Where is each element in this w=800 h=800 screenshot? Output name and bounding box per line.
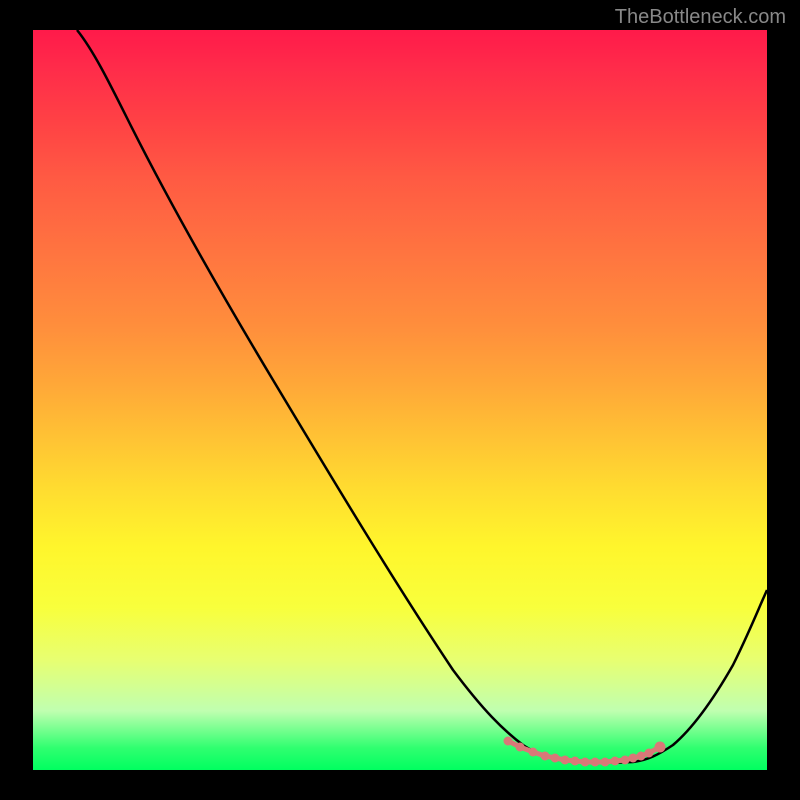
plot-area: [33, 30, 767, 770]
attribution-text: TheBottleneck.com: [615, 6, 786, 29]
chart-svg: [33, 30, 767, 770]
bottleneck-curve: [77, 30, 767, 763]
